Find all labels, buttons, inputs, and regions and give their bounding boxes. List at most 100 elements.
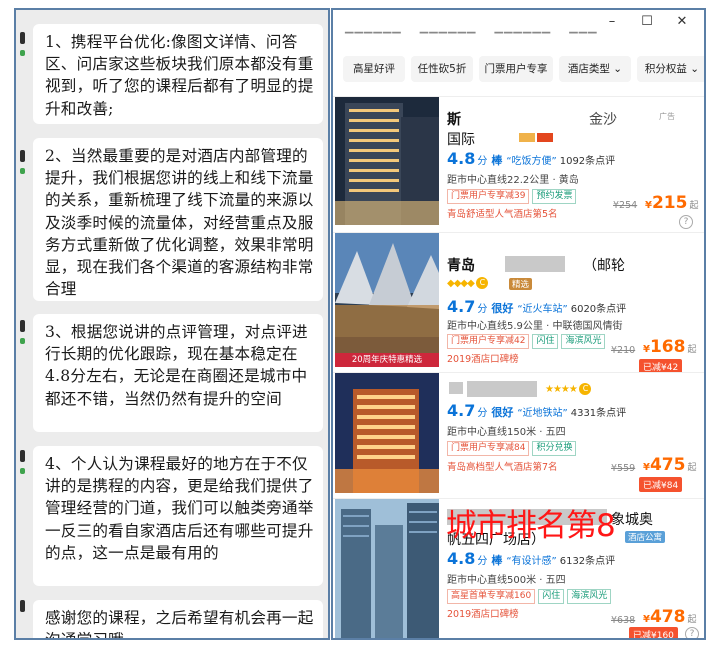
help-icon[interactable]: ? — [685, 627, 699, 638]
promo-tag: 门票用户专享减84 — [447, 441, 530, 456]
chat-edge-marker — [20, 600, 25, 612]
redacted-block — [537, 133, 553, 142]
score-level: 棒 — [491, 554, 503, 567]
price-value: 168 — [649, 337, 686, 357]
price-currency: ¥ — [643, 344, 650, 355]
score-unit: 分 — [477, 556, 488, 567]
score-unit: 分 — [477, 156, 488, 167]
chat-message: 2、当然最重要的是对酒店内部管理的提升，我们根据您讲的线上和线下流量的关系，重新… — [33, 138, 323, 301]
coin-icon: C — [475, 277, 488, 289]
price-suffix: 起 — [687, 615, 697, 625]
review-count: 4331条点评 — [570, 408, 627, 419]
redacted-block — [465, 109, 585, 125]
score-unit: 分 — [477, 304, 488, 315]
review-quote: “近地铁站” — [517, 408, 568, 419]
chat-edge-marker — [20, 450, 25, 462]
hotel-photo — [335, 97, 439, 225]
filter-chip-half-price[interactable]: 任性砍5折 — [411, 56, 473, 82]
chat-message: 感谢您的课程，之后希望有机会再一起沟通学习哦 — [33, 600, 323, 638]
review-count: 1092条点评 — [559, 156, 616, 167]
ad-label: 广告 — [659, 112, 675, 121]
feature-tag: 海滨风光 — [567, 589, 612, 604]
hotel-name-tail: 金沙 — [589, 112, 617, 128]
hotel-distance: 距市中心直线5.9公里 · 中联德国风情街 — [447, 321, 623, 332]
score-value: 4.7 — [447, 401, 476, 420]
hotel-card[interactable]: 20周年庆特惠精选 青岛 （邮轮 ◆◆◆◆ C 精选 4.7 分很好 “近火车站” 6… — [333, 232, 704, 374]
review-count: 6020条点评 — [570, 304, 627, 315]
redacted-block — [505, 256, 565, 272]
minimize-button[interactable]: – — [603, 14, 621, 29]
redacted-block — [467, 381, 537, 397]
faded-header-row: ▔▔▔▔▔▔ ▔▔▔▔▔▔ ▔▔▔▔▔▔ ▔▔▔ — [345, 32, 598, 45]
original-price: ¥638 — [611, 615, 636, 626]
filter-chip-high-star[interactable]: 高星好评 — [343, 56, 405, 82]
chat-edge-marker — [20, 150, 25, 162]
hotel-name: 青岛 — [447, 258, 475, 274]
chat-edge-marker — [20, 50, 25, 56]
maximize-button[interactable]: ☐ — [638, 14, 656, 29]
current-price: ¥168 起 — [643, 337, 696, 357]
hotel-distance: 距市中心直线150米 · 五四 — [447, 427, 566, 438]
score-level: 很好 — [491, 406, 514, 419]
feature-tag: 海滨风光 — [561, 334, 606, 349]
price-value: 475 — [649, 455, 686, 475]
filter-chip-points[interactable]: 积分权益 ⌄ — [637, 56, 704, 82]
hotel-card[interactable]: ★★★★ C 4.7 分很好 “近地铁站” 4331条点评 距市中心直线150米 · … — [333, 372, 704, 496]
hotel-score: 4.8 分棒 “吃饭方便” 1092条点评 — [447, 149, 615, 168]
price-currency: ¥ — [643, 614, 650, 625]
hotel-card[interactable]: 斯 金沙 广告 国际 4.8 分棒 “吃饭方便” 1092条点评 距市中心直线22.2… — [333, 96, 704, 230]
original-price: ¥559 — [611, 463, 636, 474]
help-icon[interactable]: ? — [679, 215, 693, 229]
hotel-score: 4.7 分很好 “近火车站” 6020条点评 — [447, 297, 626, 316]
chat-edge-marker — [20, 338, 25, 344]
chat-edge-marker — [20, 32, 25, 44]
city-rank-annotation: 城市排名第8 — [446, 508, 616, 544]
review-count: 6132条点评 — [559, 556, 616, 567]
current-price: ¥215 起 — [645, 193, 698, 213]
redacted-block — [519, 133, 535, 142]
apartment-badge: 酒店公寓 — [625, 531, 666, 543]
score-value: 4.8 — [447, 549, 476, 568]
hotel-distance: 距市中心直线500米 · 五四 — [447, 575, 566, 586]
score-unit: 分 — [477, 408, 488, 419]
photo-banner: 20周年庆特惠精选 — [335, 353, 439, 367]
price-value: 215 — [651, 193, 688, 213]
hotel-tags: 门票用户专享减39 预约发票 — [447, 189, 579, 204]
price-suffix: 起 — [689, 201, 699, 211]
selected-badge: 精选 — [509, 278, 533, 290]
redacted-block — [449, 382, 463, 394]
price-suffix: 起 — [687, 345, 697, 355]
screenshot-canvas: 1、携程平台优化:像图文详情、问答区、问店家这些板块我们原本都没有重视到，听了您… — [0, 0, 711, 647]
close-button[interactable]: ✕ — [673, 14, 691, 29]
promo-tag: 门票用户专享减39 — [447, 189, 530, 204]
score-value: 4.7 — [447, 297, 476, 316]
hotel-name-tail: （邮轮 — [583, 258, 625, 274]
filter-chip-label: 酒店类型 — [567, 63, 610, 75]
hotel-name: 斯 — [447, 112, 461, 128]
price-value: 478 — [649, 607, 686, 627]
chat-edge-marker — [20, 468, 25, 474]
filter-chip-label: 积分权益 — [644, 63, 687, 75]
filter-chip-ticket-user[interactable]: 门票用户专享 — [479, 56, 553, 82]
filter-chip-hotel-type[interactable]: 酒店类型 ⌄ — [559, 56, 631, 82]
current-price: ¥478 起 — [643, 607, 696, 627]
current-price: ¥475 起 — [643, 455, 696, 475]
price-suffix: 起 — [687, 463, 697, 473]
hotel-photo — [335, 499, 439, 638]
hotel-score: 4.8 分棒 “有设计感” 6132条点评 — [447, 549, 615, 568]
discount-badge: 已减¥84 — [639, 477, 683, 492]
hotel-distance: 距市中心直线22.2公里 · 黄岛 — [447, 175, 579, 186]
chevron-down-icon: ⌄ — [613, 63, 623, 75]
hotel-name: 象城奥 — [611, 512, 653, 528]
hotel-photo: 20周年庆特惠精选 — [335, 233, 439, 367]
feature-tag: 闪住 — [532, 334, 559, 349]
filter-bar: 高星好评 任性砍5折 门票用户专享 酒店类型 ⌄ 积分权益 ⌄ — [333, 56, 704, 88]
chevron-down-icon: ⌄ — [690, 63, 700, 75]
feature-tag: 预约发票 — [532, 189, 577, 204]
hotel-rank: 青岛舒适型人气酒店第5名 — [447, 209, 558, 220]
promo-tag: 高星首单专享减160 — [447, 589, 536, 604]
discount-badge: 已减¥160 — [629, 627, 678, 638]
score-level: 很好 — [491, 302, 514, 315]
chat-message: 3、根据您说讲的点评管理，对点评进行长期的优化跟踪，现在基本稳定在4.8分左右，… — [33, 314, 323, 432]
price-currency: ¥ — [643, 462, 650, 473]
